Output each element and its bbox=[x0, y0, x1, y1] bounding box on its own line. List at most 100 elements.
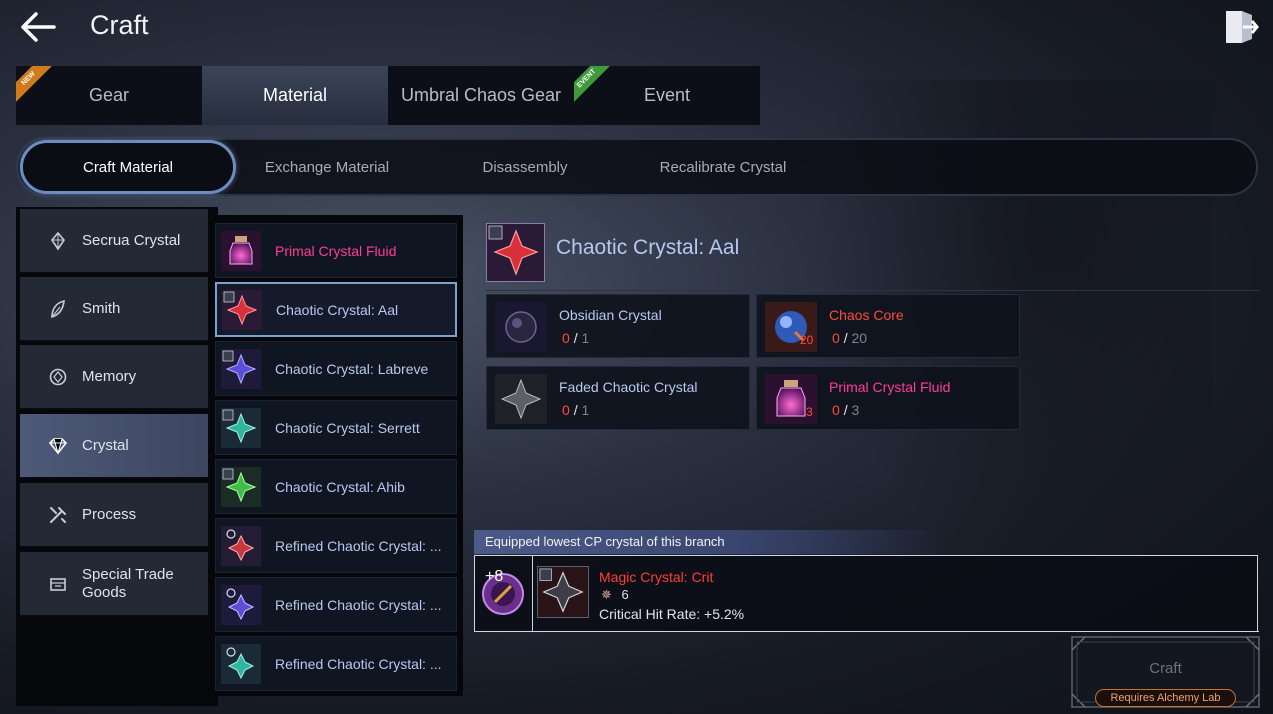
tab-material[interactable]: Material bbox=[202, 66, 388, 125]
recipe-label: Chaotic Crystal: Serrett bbox=[275, 419, 420, 436]
teal-crystal-icon bbox=[221, 407, 261, 448]
category-label: Process bbox=[82, 505, 137, 523]
tools-icon bbox=[46, 503, 70, 527]
equipped-slot: +8 bbox=[475, 556, 533, 631]
refined-red-crystal-icon bbox=[221, 525, 261, 566]
equipped-heading: Equipped lowest CP crystal of this branc… bbox=[474, 530, 944, 554]
material-name: Faded Chaotic Crystal bbox=[559, 379, 698, 395]
blue-crystal-icon bbox=[221, 348, 261, 389]
category-label: Memory bbox=[82, 367, 137, 385]
tab-gear[interactable]: NEW Gear bbox=[16, 66, 202, 125]
category-process[interactable]: Process bbox=[20, 483, 208, 547]
material-name: Chaos Core bbox=[829, 307, 904, 323]
equipped-crystal-name: Magic Crystal: Crit bbox=[599, 569, 714, 585]
category-label: Crystal bbox=[82, 436, 129, 454]
recipe-label: Primal Crystal Fluid bbox=[275, 242, 397, 259]
tab-label: Material bbox=[262, 85, 328, 105]
page-title: Craft bbox=[90, 10, 149, 40]
back-button[interactable] bbox=[18, 8, 58, 46]
red-crystal-icon bbox=[486, 223, 545, 282]
material-have: 0 bbox=[562, 402, 570, 418]
equipped-crystal-stat: Critical Hit Rate: +5.2% bbox=[599, 606, 745, 622]
recipe-detail-header: Chaotic Crystal: Aal bbox=[486, 223, 1260, 291]
recipe-item[interactable]: Refined Chaotic Crystal: ... bbox=[215, 518, 457, 573]
material-count: 0 / 20 bbox=[832, 330, 868, 346]
red-crystal-icon bbox=[222, 289, 262, 330]
obsidian-crystal-icon bbox=[495, 302, 547, 352]
equipped-crystal-level: ✵ 6 bbox=[601, 587, 629, 603]
recipe-item[interactable]: Primal Crystal Fluid bbox=[215, 223, 457, 278]
recipe-item-selected[interactable]: Chaotic Crystal: Aal bbox=[215, 282, 457, 337]
material-card[interactable]: 3 Primal Crystal Fluid 0 / 3 bbox=[756, 366, 1020, 430]
top-bar: Craft bbox=[0, 0, 1273, 56]
category-label: Smith bbox=[82, 299, 121, 317]
category-secrua-crystal[interactable]: Secrua Crystal bbox=[20, 209, 208, 273]
subtab-craft-material[interactable]: Craft Material bbox=[20, 140, 236, 194]
recipe-label: Refined Chaotic Crystal: ... bbox=[275, 655, 442, 672]
material-count: 0 / 1 bbox=[562, 402, 590, 418]
new-badge: NEW bbox=[16, 66, 55, 105]
material-card[interactable]: Obsidian Crystal 0 / 1 bbox=[486, 294, 750, 358]
recipe-label: Chaotic Crystal: Ahib bbox=[275, 478, 405, 495]
tab-label: Event bbox=[643, 85, 691, 105]
recipe-item[interactable]: Chaotic Crystal: Serrett bbox=[215, 400, 457, 455]
material-card[interactable]: 20 Chaos Core 0 / 20 bbox=[756, 294, 1020, 358]
recipe-label: Chaotic Crystal: Labreve bbox=[275, 360, 429, 377]
craft-button[interactable]: Craft Requires Alchemy Lab bbox=[1071, 636, 1260, 708]
subtab-exchange-material[interactable]: Exchange Material bbox=[240, 140, 414, 194]
recipe-label: Refined Chaotic Crystal: ... bbox=[275, 537, 442, 554]
subtab-recalibrate-crystal[interactable]: Recalibrate Crystal bbox=[636, 140, 810, 194]
crystal-icon bbox=[46, 229, 70, 253]
category-special-trade-goods[interactable]: Special Trade Goods bbox=[20, 552, 208, 616]
level-value: 6 bbox=[621, 587, 629, 602]
material-count: 0 / 1 bbox=[562, 330, 590, 346]
material-name: Obsidian Crystal bbox=[559, 307, 662, 323]
sub-tabs: Craft Material Exchange Material Disasse… bbox=[16, 138, 1258, 196]
feather-icon bbox=[46, 297, 70, 321]
exit-button[interactable] bbox=[1223, 8, 1259, 46]
tab-event[interactable]: EVENT Event bbox=[574, 66, 760, 125]
material-card[interactable]: Faded Chaotic Crystal 0 / 1 bbox=[486, 366, 750, 430]
recipe-item[interactable]: Refined Chaotic Crystal: ... bbox=[215, 577, 457, 632]
category-label: Secrua Crystal bbox=[82, 231, 181, 249]
subtab-disassembly[interactable]: Disassembly bbox=[438, 140, 612, 194]
craft-label: Craft bbox=[1149, 660, 1182, 677]
refined-blue-crystal-icon bbox=[221, 584, 261, 625]
spark-icon: ✵ bbox=[601, 587, 612, 602]
material-need: 1 bbox=[581, 330, 590, 346]
category-crystal[interactable]: Crystal bbox=[20, 414, 208, 478]
category-label: Special Trade Goods bbox=[82, 565, 174, 601]
tab-umbral-chaos-gear[interactable]: Umbral Chaos Gear bbox=[388, 66, 574, 125]
category-smith[interactable]: Smith bbox=[20, 277, 208, 341]
potion-bottle-icon bbox=[221, 230, 261, 271]
material-count: 0 / 3 bbox=[832, 402, 860, 418]
material-need: 1 bbox=[581, 402, 590, 418]
recipe-item[interactable]: Refined Chaotic Crystal: ... bbox=[215, 636, 457, 691]
equipped-slot-icon bbox=[482, 573, 524, 615]
tab-label: Umbral Chaos Gear bbox=[400, 85, 562, 105]
event-badge: EVENT bbox=[574, 66, 613, 105]
recipe-item[interactable]: Chaotic Crystal: Labreve bbox=[215, 341, 457, 396]
slot-level: +8 bbox=[485, 568, 504, 585]
green-crystal-icon bbox=[221, 466, 261, 507]
recipe-item[interactable]: Chaotic Crystal: Ahib bbox=[215, 459, 457, 514]
recipe-label: Chaotic Crystal: Aal bbox=[276, 301, 399, 318]
category-list: Secrua Crystal Smith Memory Crystal Proc… bbox=[16, 207, 218, 706]
category-memory[interactable]: Memory bbox=[20, 345, 208, 409]
exit-door-icon bbox=[1226, 11, 1259, 43]
trade-goods-icon bbox=[46, 572, 70, 596]
recipe-list: Primal Crystal Fluid Chaotic Crystal: Aa… bbox=[208, 215, 463, 696]
main-tabs: NEW Gear Material Umbral Chaos Gear EVEN… bbox=[16, 66, 760, 125]
material-have: 0 bbox=[832, 330, 840, 346]
material-have: 0 bbox=[832, 402, 840, 418]
material-have: 0 bbox=[562, 330, 570, 346]
magic-crystal-icon bbox=[537, 566, 589, 618]
equipped-crystal-panel[interactable]: +8 Magic Crystal: Crit ✵ 6 Critical Hit … bbox=[474, 555, 1259, 632]
arrow-left-icon bbox=[21, 12, 56, 42]
material-need: 20 bbox=[851, 330, 868, 346]
faded-crystal-icon bbox=[495, 374, 547, 424]
recipe-label: Refined Chaotic Crystal: ... bbox=[275, 596, 442, 613]
material-name: Primal Crystal Fluid bbox=[829, 379, 951, 395]
requirement-badge: Requires Alchemy Lab bbox=[1095, 689, 1236, 707]
memory-icon bbox=[46, 365, 70, 389]
